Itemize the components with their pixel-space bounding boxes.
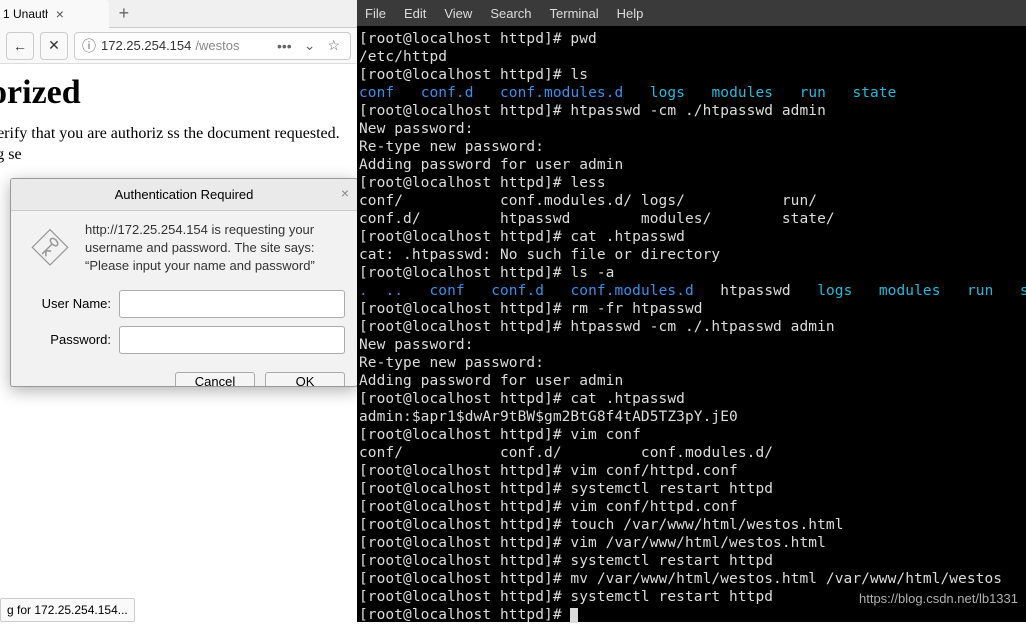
terminal-line: Adding password for user admin <box>359 372 1024 390</box>
dialog-title-bar: Authentication Required × <box>11 179 357 211</box>
terminal-line: [root@localhost httpd]# rm -fr htpasswd <box>359 300 1024 318</box>
new-tab-button[interactable]: + <box>119 3 130 24</box>
browser-tab[interactable]: 1 Unauthorized × <box>0 0 109 28</box>
bookmark-star-icon[interactable]: ☆ <box>323 37 344 54</box>
tab-title: 1 Unauthorized <box>3 7 48 21</box>
menu-view[interactable]: View <box>444 6 472 21</box>
terminal-line: [root@localhost httpd]# systemctl restar… <box>359 480 1024 498</box>
address-bar: ← ✕ ⓘ 172.25.254.154/westos ••• ⌄ ☆ <box>0 28 357 64</box>
cancel-button[interactable]: Cancel <box>175 372 255 386</box>
terminal-line: [root@localhost httpd]# touch /var/www/h… <box>359 516 1024 534</box>
terminal-line: [root@localhost httpd]# less <box>359 174 1024 192</box>
terminal-line: [root@localhost httpd]# systemctl restar… <box>359 552 1024 570</box>
close-tab-icon[interactable]: × <box>56 6 101 22</box>
menu-edit[interactable]: Edit <box>404 6 426 21</box>
terminal-line: Re-type new password: <box>359 138 1024 156</box>
terminal-line: conf/ conf.d/ conf.modules.d/ <box>359 444 1024 462</box>
menu-help[interactable]: Help <box>617 6 644 21</box>
watermark-text: https://blog.csdn.net/lb1331 <box>859 591 1018 606</box>
back-button[interactable]: ← <box>6 32 34 60</box>
browser-window: 1 Unauthorized × + ← ✕ ⓘ 172.25.254.154/… <box>0 0 357 622</box>
terminal-line: [root@localhost httpd]# mv /var/www/html… <box>359 570 1024 588</box>
terminal-line: [root@localhost httpd]# vim /var/www/htm… <box>359 534 1024 552</box>
terminal-cursor <box>570 608 578 623</box>
terminal-line: [root@localhost httpd]# cat .htpasswd <box>359 228 1024 246</box>
page-body-text: server could not verify that you are aut… <box>0 124 357 166</box>
terminal-line: [root@localhost httpd]# ls -a <box>359 264 1024 282</box>
terminal-line: [root@localhost httpd]# vim conf <box>359 426 1024 444</box>
terminal-line: . .. conf conf.d conf.modules.d htpasswd… <box>359 282 1024 300</box>
terminal-line: [root@localhost httpd]# vim conf/httpd.c… <box>359 462 1024 480</box>
terminal-line: conf.d/ htpasswd modules/ state/ <box>359 210 1024 228</box>
terminal-line: /etc/httpd <box>359 48 1024 66</box>
terminal-line: Adding password for user admin <box>359 156 1024 174</box>
dialog-message: http://172.25.254.154 is requesting your… <box>85 221 345 276</box>
tab-bar: 1 Unauthorized × + <box>0 0 357 28</box>
menu-file[interactable]: File <box>365 6 386 21</box>
terminal-line: [root@localhost httpd]# htpasswd -cm ./h… <box>359 102 1024 120</box>
terminal-line: [root@localhost httpd]# vim conf/httpd.c… <box>359 498 1024 516</box>
dialog-body: ⚿ http://172.25.254.154 is requesting yo… <box>11 211 357 276</box>
username-input[interactable] <box>119 290 345 318</box>
menu-search[interactable]: Search <box>490 6 531 21</box>
page-content: nauthorized server could not verify that… <box>0 64 357 176</box>
terminal-line: conf/ conf.modules.d/ logs/ run/ <box>359 192 1024 210</box>
password-label: Password: <box>23 332 111 347</box>
info-icon: ⓘ <box>81 38 97 54</box>
terminal-line: admin:$apr1$dwAr9tBW$gm2BtG8f4tAD5TZ3pY.… <box>359 408 1024 426</box>
dialog-form: User Name: Password: <box>11 276 357 364</box>
terminal-line: [root@localhost httpd]# ls <box>359 66 1024 84</box>
terminal-line: cat: .htpasswd: No such file or director… <box>359 246 1024 264</box>
menu-terminal[interactable]: Terminal <box>550 6 599 21</box>
dialog-title: Authentication Required <box>115 187 254 202</box>
auth-dialog: Authentication Required × ⚿ http://172.2… <box>10 178 358 387</box>
pocket-icon[interactable]: ⌄ <box>300 37 320 54</box>
url-input[interactable]: ⓘ 172.25.254.154/westos ••• ⌄ ☆ <box>74 32 351 60</box>
terminal-line: [root@localhost httpd]# pwd <box>359 30 1024 48</box>
page-actions-icon[interactable]: ••• <box>273 38 296 54</box>
terminal-line: [root@localhost httpd]# <box>359 606 1024 624</box>
dialog-buttons: Cancel OK <box>11 364 357 386</box>
terminal-window: File Edit View Search Terminal Help [roo… <box>357 0 1026 622</box>
page-heading: nauthorized <box>0 74 357 112</box>
status-bar: g for 172.25.254.154... <box>0 598 135 622</box>
terminal-line: New password: <box>359 336 1024 354</box>
terminal-line: Re-type new password: <box>359 354 1024 372</box>
terminal-line: conf conf.d conf.modules.d logs modules … <box>359 84 1024 102</box>
terminal-line: [root@localhost httpd]# cat .htpasswd <box>359 390 1024 408</box>
password-input[interactable] <box>119 326 345 354</box>
username-label: User Name: <box>23 296 111 311</box>
url-path: /westos <box>195 38 239 53</box>
terminal-menubar: File Edit View Search Terminal Help <box>357 0 1026 26</box>
url-host: 172.25.254.154 <box>101 38 191 53</box>
status-text: g for 172.25.254.154... <box>7 603 128 617</box>
ok-button[interactable]: OK <box>265 372 345 386</box>
terminal-body[interactable]: [root@localhost httpd]# pwd/etc/httpd[ro… <box>357 26 1026 624</box>
stop-button[interactable]: ✕ <box>40 32 68 60</box>
dialog-close-icon[interactable]: × <box>341 185 349 201</box>
terminal-line: New password: <box>359 120 1024 138</box>
terminal-line: [root@localhost httpd]# htpasswd -cm ./.… <box>359 318 1024 336</box>
